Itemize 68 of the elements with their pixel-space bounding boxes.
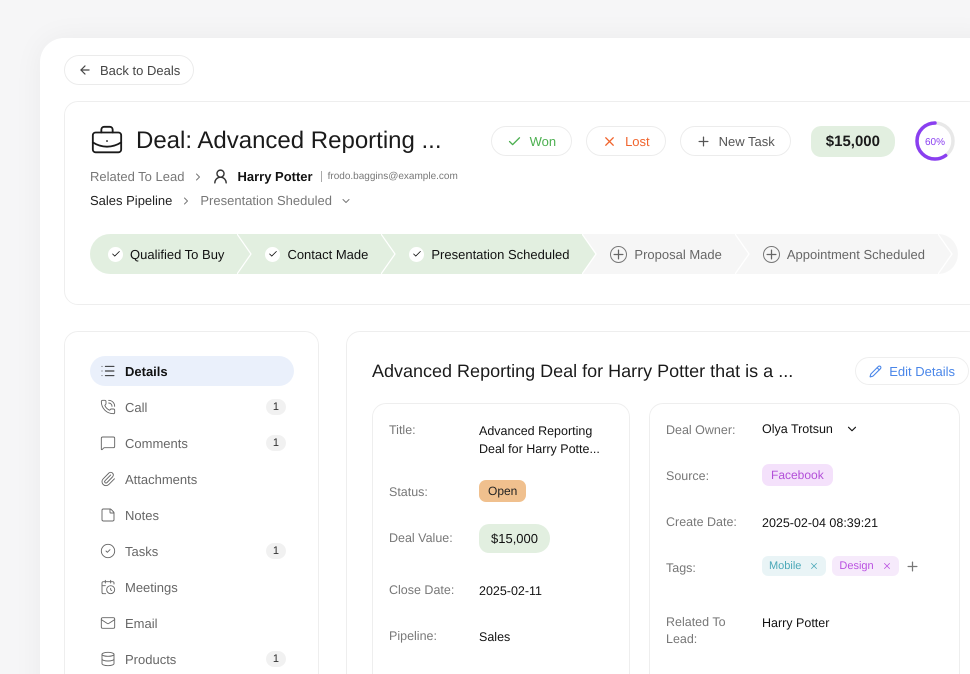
field-value: Harry Potter (762, 615, 830, 632)
pencil-icon (869, 364, 882, 378)
field-value: 2025-02-04 08:39:21 (762, 515, 880, 532)
person-icon (212, 168, 230, 185)
count-badge: 1 (266, 399, 286, 415)
tag: Design (832, 556, 899, 576)
field-label: Pipeline: (389, 628, 438, 645)
sidebar-item[interactable]: Meetings (90, 572, 294, 602)
phone-icon (100, 399, 116, 415)
deal-title: Deal: Advanced Reporting ... (136, 127, 443, 155)
check-circle-icon (100, 543, 116, 559)
field-value: Advanced Reporting Deal for Harry Potte... (479, 423, 601, 458)
back-button[interactable]: Back to Deals (64, 55, 194, 85)
field-label: Create Date: (666, 514, 738, 531)
remove-icon[interactable] (809, 561, 820, 571)
check-icon (110, 249, 120, 259)
count-badge: 1 (266, 543, 286, 559)
tag: Mobile (762, 556, 826, 576)
sidebar-item[interactable]: Products 1 (90, 644, 294, 674)
new-task-button[interactable]: New Task (680, 126, 791, 156)
field-label: Title: (389, 422, 417, 439)
check-icon (268, 249, 278, 259)
stage-arrow-icon (582, 234, 598, 274)
count-badge: 1 (266, 435, 286, 451)
source-badge: Facebook (762, 464, 833, 486)
field-label: Source: (666, 468, 710, 485)
lead-name[interactable]: Harry Potter (237, 169, 313, 184)
pipeline-name: Sales Pipeline (90, 193, 172, 208)
related-label: Related To Lead (90, 169, 184, 184)
sidebar-item[interactable]: Call 1 (90, 392, 294, 422)
sidebar-item[interactable]: Details (90, 356, 294, 386)
check-icon (412, 249, 422, 259)
field-label: Related To Lead: (666, 614, 727, 648)
sidebar-item[interactable]: Tasks 1 (90, 536, 294, 566)
field-label: Status: (389, 484, 429, 501)
lead-email: frodo.baggins@example.com (320, 171, 458, 182)
deal-value-badge: $15,000 (479, 524, 550, 553)
count-badge: 1 (266, 651, 286, 667)
edit-details-button[interactable]: Edit Details (855, 357, 969, 385)
field-label: Deal Owner: (666, 422, 736, 439)
sidebar-item[interactable]: Attachments (90, 464, 294, 494)
field-label: Deal Value: (389, 530, 454, 547)
note-icon (100, 507, 116, 523)
paperclip-icon (100, 471, 116, 487)
progress-ring: 60% (913, 119, 957, 163)
deal-amount: $15,000 (810, 126, 895, 156)
remove-icon[interactable] (882, 561, 892, 571)
plus-circle-icon (610, 246, 628, 262)
sidebar-item[interactable]: Email (90, 608, 294, 638)
field-value: Sales (479, 629, 512, 646)
status-badge: Open (479, 480, 526, 502)
add-tag-icon[interactable] (904, 558, 920, 574)
details-heading: Advanced Reporting Deal for Harry Potter that is a ... (372, 360, 794, 382)
plus-icon (696, 134, 711, 148)
sidebar-item[interactable]: Comments 1 (90, 428, 294, 458)
pipeline-stage[interactable]: Qualified To Buy (90, 234, 238, 274)
mail-icon (100, 615, 116, 631)
owner-select[interactable]: Olya Trotsun (762, 422, 859, 436)
pipeline-stage[interactable]: Contact Made (253, 234, 382, 274)
database-icon (100, 651, 116, 667)
plus-circle-icon (762, 246, 780, 262)
stage-select[interactable]: Presentation Sheduled (200, 193, 332, 208)
field-label: Close Date: (389, 582, 456, 599)
comment-icon (100, 435, 116, 451)
calendar-icon (100, 579, 116, 595)
sidebar-item[interactable]: Notes (90, 500, 294, 530)
field-value: 2025-02-11 (479, 583, 544, 600)
field-label: Tags: (666, 560, 697, 577)
